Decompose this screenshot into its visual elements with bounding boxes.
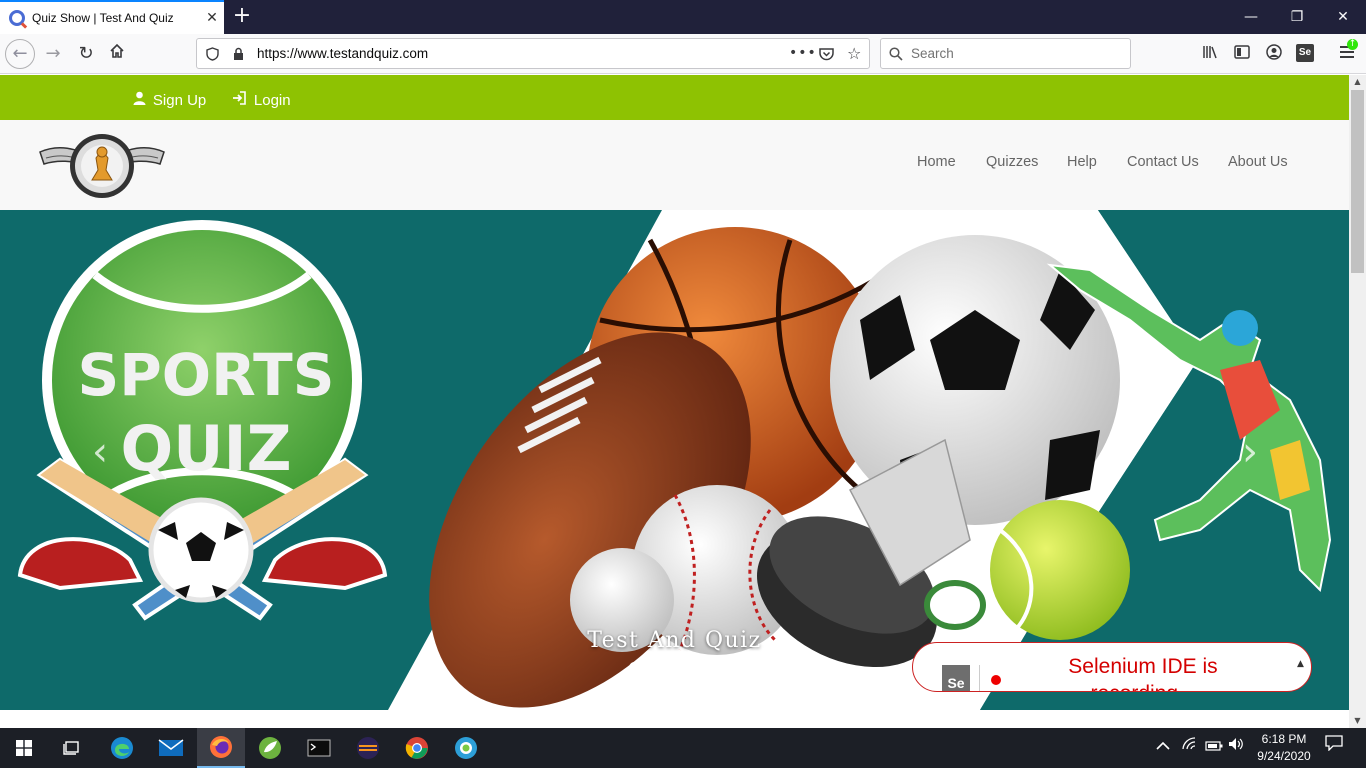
- nav-help[interactable]: Help: [1067, 120, 1097, 204]
- tracking-shield-icon[interactable]: [206, 39, 219, 72]
- account-icon[interactable]: [1263, 44, 1285, 64]
- signup-label: Sign Up: [152, 92, 207, 109]
- clock-date: 9/24/2020: [1257, 749, 1311, 763]
- minimize-button[interactable]: —: [1228, 0, 1274, 34]
- selenium-extension-icon[interactable]: Se: [1296, 44, 1314, 62]
- login-label: Login: [253, 92, 291, 109]
- clock-time: 6:18 PM: [1261, 732, 1307, 746]
- carousel-dot[interactable]: [649, 662, 660, 673]
- tray-overflow-icon[interactable]: [1156, 728, 1170, 768]
- selenium-recording-text: Selenium IDE is recording...: [1068, 655, 1218, 691]
- carousel-next-icon[interactable]: ›: [1235, 432, 1265, 472]
- carousel-indicators: [629, 662, 720, 673]
- user-icon: [133, 91, 150, 108]
- windows-logo-icon: [16, 740, 32, 756]
- system-clock[interactable]: 6:18 PM 9/24/2020: [1248, 731, 1320, 765]
- tab-close-button[interactable]: ✕: [204, 10, 220, 26]
- firefox-taskbar-icon[interactable]: [197, 728, 245, 768]
- wifi-icon[interactable]: [1182, 728, 1198, 768]
- sidebar-icon[interactable]: [1231, 44, 1253, 64]
- browser-tab-active[interactable]: Quiz Show | Test And Quiz ✕: [0, 0, 224, 34]
- eclipse-icon[interactable]: [344, 728, 392, 768]
- login-icon: [232, 91, 251, 108]
- battery-icon[interactable]: [1205, 728, 1223, 768]
- notice-scroll-icon[interactable]: ▲▼: [1297, 647, 1305, 691]
- url-text[interactable]: https://www.testandquiz.com: [257, 39, 428, 68]
- nav-contact-us[interactable]: Contact Us: [1127, 120, 1199, 204]
- camera-app-icon[interactable]: [442, 728, 490, 768]
- selenium-recording-notice: Se Selenium IDE is recording... ▲▼: [912, 642, 1312, 692]
- site-logo[interactable]: [38, 130, 166, 202]
- divider: [979, 665, 980, 691]
- chrome-icon[interactable]: [393, 728, 441, 768]
- signup-link[interactable]: Sign Up: [133, 75, 206, 126]
- badge-quiz-text: QUIZ: [120, 412, 291, 485]
- site-header: Home Quizzes Help Contact Us About Us: [0, 120, 1349, 210]
- login-link[interactable]: Login: [232, 75, 291, 126]
- site-top-bar: Sign Up Login: [0, 75, 1349, 120]
- browser-toolbar: ← → ↻ https://www.testandquiz.com ••• ☆ …: [0, 34, 1366, 74]
- page-scrollbar[interactable]: ▲ ▼: [1349, 75, 1366, 728]
- badge-sports-text: SPORTS: [78, 341, 335, 409]
- task-view-icon[interactable]: [48, 728, 96, 768]
- recording-dot-icon: [991, 675, 1001, 685]
- new-tab-button[interactable]: +: [230, 4, 254, 28]
- page-actions-icon[interactable]: •••: [789, 39, 817, 68]
- carousel-dot[interactable]: [689, 662, 700, 673]
- hero-caption-text: Test And Quiz: [587, 628, 762, 653]
- start-button[interactable]: [0, 728, 48, 768]
- edge-icon[interactable]: [98, 728, 146, 768]
- scroll-thumb[interactable]: [1351, 90, 1364, 273]
- search-bar[interactable]: Search: [880, 38, 1131, 69]
- notification-center-icon[interactable]: [1325, 728, 1343, 768]
- web-page: Sign Up Login Home Quizzes Help Contact …: [0, 75, 1349, 728]
- terminal-icon[interactable]: [295, 728, 343, 768]
- lock-icon[interactable]: [233, 39, 244, 72]
- scroll-down-icon[interactable]: ▼: [1349, 714, 1366, 728]
- restore-button[interactable]: ❐: [1274, 0, 1320, 34]
- home-icon[interactable]: [103, 40, 131, 68]
- nav-quizzes[interactable]: Quizzes: [986, 120, 1038, 204]
- site-favicon-icon: [9, 10, 25, 26]
- tab-title: Quiz Show | Test And Quiz: [32, 11, 174, 25]
- carousel-dot[interactable]: [709, 662, 720, 673]
- update-available-icon: ↑: [1347, 39, 1358, 50]
- carousel-dot[interactable]: [629, 662, 640, 673]
- browser-titlebar: Quiz Show | Test And Quiz ✕ + — ❐ ✕: [0, 0, 1366, 34]
- nav-home[interactable]: Home: [917, 120, 956, 204]
- windows-taskbar: 6:18 PM 9/24/2020: [0, 728, 1366, 768]
- carousel-prev-icon[interactable]: ‹: [85, 432, 115, 472]
- mail-icon[interactable]: [147, 728, 195, 768]
- reload-icon[interactable]: ↻: [72, 40, 100, 68]
- selenium-logo-icon: Se: [942, 665, 970, 691]
- back-arrow-icon[interactable]: ←: [5, 39, 35, 69]
- scroll-up-icon[interactable]: ▲: [1349, 75, 1366, 89]
- hero-carousel[interactable]: SPORTS QUIZ ‹ › Test And Quiz: [0, 210, 1349, 710]
- forward-arrow-icon[interactable]: →: [39, 40, 67, 68]
- pocket-icon[interactable]: [819, 39, 834, 72]
- library-icon[interactable]: [1199, 44, 1221, 64]
- carousel-dot[interactable]: [669, 662, 680, 673]
- close-window-button[interactable]: ✕: [1320, 0, 1366, 34]
- search-input[interactable]: Search: [911, 39, 954, 68]
- search-icon: [889, 39, 903, 72]
- volume-icon[interactable]: [1228, 728, 1244, 768]
- spring-tool-suite-icon[interactable]: [246, 728, 294, 768]
- nav-about-us[interactable]: About Us: [1228, 120, 1288, 204]
- url-bar[interactable]: https://www.testandquiz.com ••• ☆: [196, 38, 870, 69]
- bookmark-star-icon[interactable]: ☆: [847, 39, 861, 68]
